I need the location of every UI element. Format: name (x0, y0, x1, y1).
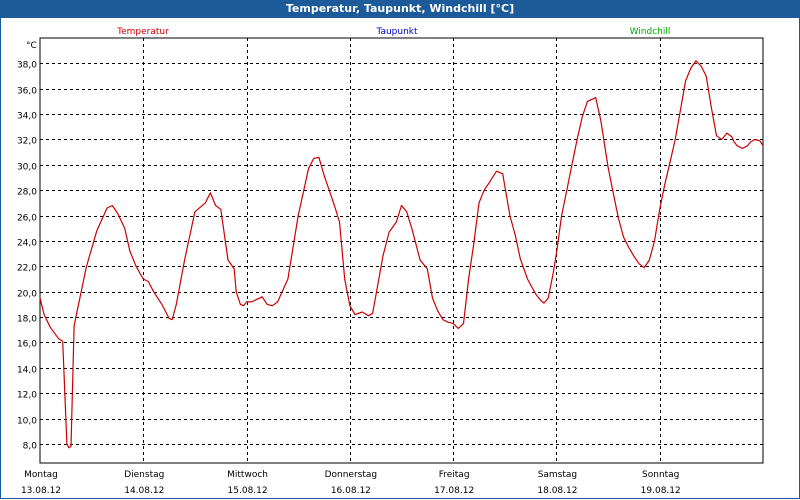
x-date-label: 15.08.12 (228, 486, 268, 496)
y-tick-label: 20,0 (17, 290, 37, 300)
y-tick-label: 28,0 (17, 188, 37, 198)
y-tick-label: 32,0 (17, 137, 37, 147)
y-tick-label: 18,0 (17, 315, 37, 325)
y-tick-label: 26,0 (17, 214, 37, 224)
y-tick-label: 10,0 (17, 417, 37, 427)
x-date-label: 19.08.12 (641, 486, 681, 496)
legend-entry: Taupunkt (375, 27, 418, 37)
y-axis-unit: °C (26, 41, 37, 51)
x-weekday-label: Donnerstag (325, 470, 378, 480)
x-weekday-label: Montag (24, 470, 58, 480)
x-date-label: 14.08.12 (124, 486, 164, 496)
y-tick-label: 36,0 (17, 87, 37, 97)
legend-entry: Windchill (630, 27, 671, 37)
plot-area (39, 37, 764, 464)
y-tick-label: 12,0 (17, 391, 37, 401)
y-tick-label: 30,0 (17, 163, 37, 173)
x-weekday-label: Samstag (538, 470, 577, 480)
x-date-label: 18.08.12 (537, 486, 577, 496)
y-tick-label: 38,0 (17, 61, 37, 71)
x-weekday-label: Freitag (439, 470, 470, 480)
y-tick-label: 16,0 (17, 340, 37, 350)
x-date-label: 16.08.12 (331, 486, 371, 496)
x-weekday-label: Sonntag (642, 470, 679, 480)
x-date-label: 17.08.12 (434, 486, 474, 496)
temperature-chart: 8,0 10,0 12,0 14,0 16,0 18,0 20,0 22,0 24,0 26,0 2… (17, 27, 764, 496)
y-tick-label: 24,0 (17, 239, 37, 249)
x-weekday-label: Mittwoch (227, 470, 268, 480)
y-tick-label: 8,0 (23, 442, 38, 452)
x-date-label: 13.08.12 (21, 486, 61, 496)
legend-entry: Temperatur (116, 27, 169, 37)
x-weekday-label: Dienstag (124, 470, 164, 480)
y-tick-label: 14,0 (17, 366, 37, 376)
y-tick-label: 22,0 (17, 264, 37, 274)
y-tick-label: 34,0 (17, 112, 37, 122)
